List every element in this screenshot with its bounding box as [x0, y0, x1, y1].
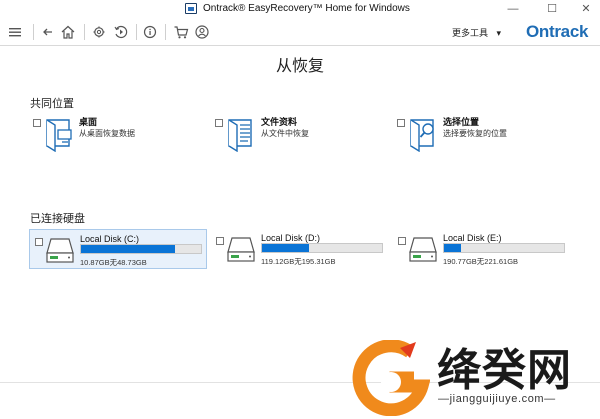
location-desc: 从文件中恢复 — [261, 129, 309, 138]
hard-drive-icon — [46, 238, 74, 263]
drive-usage-fill — [262, 244, 309, 252]
page-title: 从恢复 — [275, 58, 324, 75]
cart-icon[interactable] — [173, 24, 189, 40]
choose-location-checkbox[interactable] — [397, 119, 405, 127]
location-desc: 从桌面恢复数据 — [79, 129, 135, 138]
drive-name: Local Disk (E:) — [443, 233, 502, 243]
drive-size: 10.87GB无48.73GB — [80, 258, 147, 267]
location-name: 选择位置 — [443, 117, 480, 127]
title-bar: Ontrack® EasyRecovery™ Home for Windows … — [0, 0, 600, 18]
desktop-checkbox[interactable] — [33, 119, 41, 127]
drive-size: 190.77GB无221.61GB — [443, 257, 519, 266]
drive-usage-bar — [80, 244, 202, 254]
location-desc: 选择要恢复的位置 — [443, 129, 507, 138]
drive-usage-fill — [444, 244, 461, 252]
documents-checkbox[interactable] — [215, 119, 223, 127]
drive-usage-bar — [261, 243, 383, 253]
drive-usage-fill — [81, 245, 175, 253]
toolbar-separator — [84, 24, 85, 40]
drive-usage-bar — [443, 243, 565, 253]
hard-drive-icon — [227, 237, 255, 262]
account-icon[interactable] — [194, 24, 210, 40]
drive-name: Local Disk (D:) — [261, 233, 321, 243]
connected-drives-heading: 已连接硬盘 — [30, 213, 85, 225]
toolbar-separator — [165, 24, 166, 40]
watermark-text: 绛癸网 — [437, 345, 572, 396]
gear-icon[interactable] — [92, 24, 106, 40]
watermark-url: —jiangguijiuye.com— — [438, 393, 556, 405]
toolbar — [0, 19, 600, 46]
location-desktop[interactable]: 桌面 从桌面恢复数据 — [33, 115, 203, 157]
location-name: 文件资料 — [261, 117, 298, 127]
documents-icon — [228, 119, 252, 152]
more-tools-menu[interactable]: 更多工具 ▾ — [452, 26, 501, 39]
drive-e[interactable]: Local Disk (E:) 190.77GB无221.61GB — [393, 229, 571, 269]
desktop-icon — [46, 119, 72, 152]
location-choose[interactable]: 选择位置 选择要恢复的位置 — [397, 115, 577, 157]
drive-name: Local Disk (C:) — [80, 234, 140, 244]
more-tools-label: 更多工具 — [452, 28, 489, 38]
toolbar-separator — [33, 24, 34, 40]
hamburger-menu-icon[interactable] — [8, 24, 22, 40]
maximize-button[interactable]: ☐ — [542, 2, 562, 16]
close-button[interactable]: ✕ — [576, 2, 596, 16]
drive-checkbox[interactable] — [216, 237, 224, 245]
drive-size: 119.12GB无195.31GB — [261, 257, 336, 266]
back-arrow-icon[interactable] — [42, 24, 54, 40]
drive-d[interactable]: Local Disk (D:) 119.12GB无195.31GB — [211, 229, 389, 269]
drive-checkbox[interactable] — [35, 238, 43, 246]
brand-logo: Ontrack — [526, 22, 589, 41]
history-clock-icon[interactable] — [113, 24, 129, 40]
folder-search-icon — [410, 119, 434, 152]
minimize-button[interactable]: — — [503, 2, 523, 16]
home-icon[interactable] — [60, 24, 76, 40]
location-name: 桌面 — [79, 117, 98, 127]
drive-c[interactable]: Local Disk (C:) 10.87GB无48.73GB — [29, 229, 207, 269]
watermark-logo-icon — [352, 340, 430, 416]
toolbar-separator — [136, 24, 137, 40]
location-documents[interactable]: 文件资料 从文件中恢复 — [215, 115, 385, 157]
hard-drive-icon — [409, 237, 437, 262]
common-locations-heading: 共同位置 — [30, 98, 74, 110]
app-icon — [185, 3, 197, 14]
window-title: Ontrack® EasyRecovery™ Home for Windows — [203, 3, 410, 14]
info-icon[interactable] — [143, 24, 157, 40]
drive-checkbox[interactable] — [398, 237, 406, 245]
chevron-down-icon: ▾ — [496, 28, 502, 38]
